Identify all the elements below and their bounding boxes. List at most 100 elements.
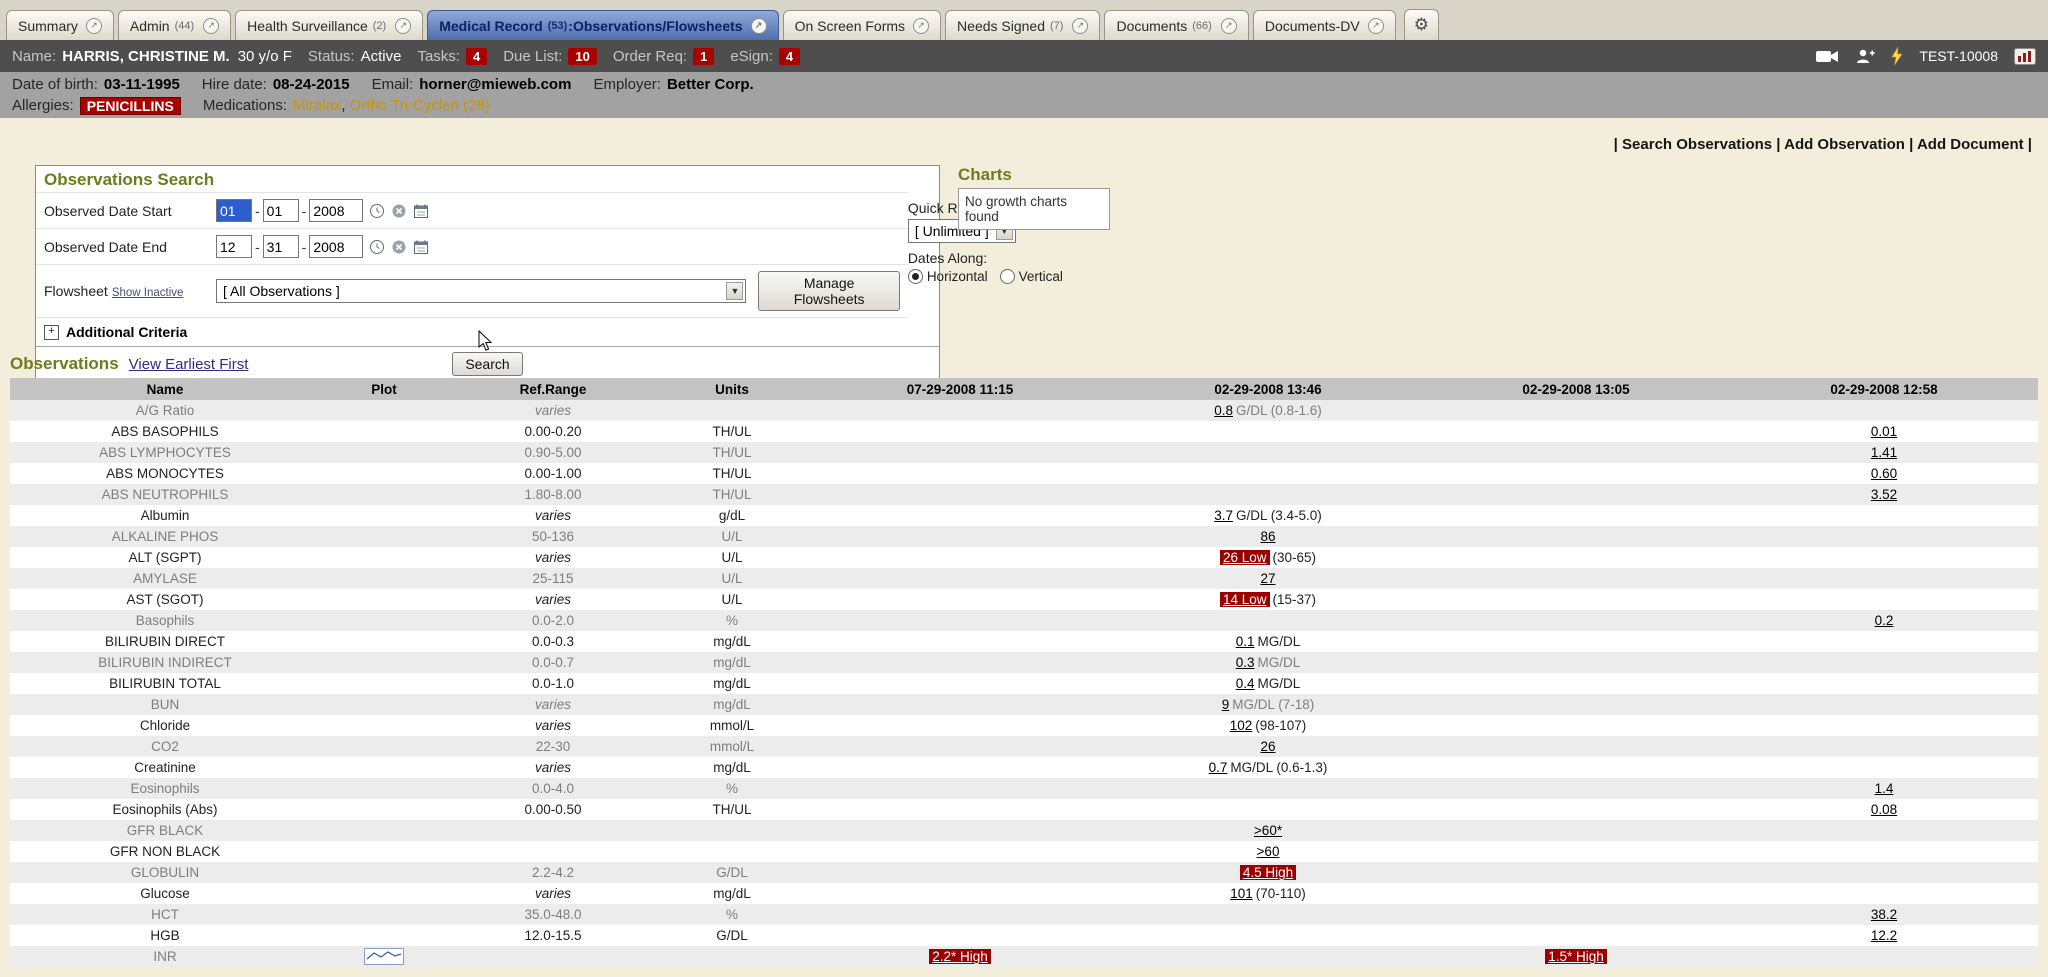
medication-link[interactable]: Ortho Tri-Cyclen (28) [350, 97, 490, 114]
video-camera-icon[interactable] [1815, 49, 1839, 64]
observation-value-cell [806, 862, 1114, 883]
observation-value-link[interactable]: 1.5* High [1545, 949, 1607, 964]
popout-icon[interactable]: ↗ [1368, 18, 1384, 34]
horizontal-radio[interactable] [908, 269, 923, 284]
table-row: ALKALINE PHOS50-136U/L86 [10, 526, 2038, 547]
settings-tab[interactable]: ⚙ [1404, 9, 1439, 40]
top-link-search-observations[interactable]: Search Observations [1622, 136, 1772, 153]
observation-value-link[interactable]: 4.5 High [1240, 865, 1296, 880]
tab-admin[interactable]: Admin(44)↗ [118, 10, 231, 40]
tab-documents[interactable]: Documents(66)↗ [1104, 10, 1248, 40]
time-clock-icon[interactable] [369, 239, 385, 255]
observation-value-cell [806, 505, 1114, 526]
popout-icon[interactable]: ↗ [86, 18, 102, 34]
due-list-count-badge[interactable]: 10 [568, 48, 596, 65]
medication-link[interactable]: Miralax [293, 97, 341, 114]
popout-icon[interactable]: ↗ [1221, 18, 1237, 34]
manage-flowsheets-button[interactable]: Manage Flowsheets [758, 271, 899, 311]
observation-value-cell [1422, 799, 1730, 820]
date-start-month-input[interactable] [216, 199, 252, 222]
tab-documents-dv[interactable]: Documents-DV↗ [1253, 10, 1396, 40]
observation-value-link[interactable]: 27 [1260, 571, 1275, 586]
observation-value-link[interactable]: 3.52 [1871, 487, 1897, 502]
observation-value-link[interactable]: 0.7 [1209, 760, 1228, 775]
vertical-radio[interactable] [1000, 269, 1015, 284]
observation-value-link[interactable]: 0.2 [1875, 613, 1894, 628]
date-start-year-input[interactable] [309, 199, 363, 222]
observation-value-detail: (70-110) [1256, 886, 1306, 901]
observation-value-link[interactable]: 3.7 [1214, 508, 1233, 523]
observation-value-link[interactable]: 9 [1222, 697, 1230, 712]
observation-value-link[interactable]: 0.01 [1871, 424, 1897, 439]
view-earliest-first-link[interactable]: View Earliest First [129, 356, 249, 373]
observation-value-cell [1730, 946, 2038, 967]
observation-value-link[interactable]: 0.3 [1236, 655, 1255, 670]
patient-status: Active [361, 48, 402, 65]
top-link-add-document[interactable]: Add Document [1917, 136, 2024, 153]
observation-value-link[interactable]: 0.1 [1236, 634, 1255, 649]
plot-cell [320, 463, 448, 484]
observation-value-link[interactable]: 102 [1230, 718, 1253, 733]
observation-value-link[interactable]: 0.4 [1236, 676, 1255, 691]
observation-value-link[interactable]: 0.08 [1871, 802, 1897, 817]
observation-value-link[interactable]: 26 Low [1220, 550, 1270, 565]
observation-value-link[interactable]: >60 [1257, 844, 1280, 859]
clear-date-icon[interactable] [391, 239, 407, 255]
observation-value-link[interactable]: 0.60 [1871, 466, 1897, 481]
observation-value-link[interactable]: 1.41 [1871, 445, 1897, 460]
bar-chart-icon[interactable] [2014, 48, 2036, 65]
column-header: 02-29-2008 13:46 [1114, 378, 1422, 400]
calendar-icon[interactable] [413, 203, 429, 219]
tab-needs-signed[interactable]: Needs Signed(7)↗ [945, 10, 1100, 40]
table-row: Glucosevariesmg/dL101(70-110) [10, 883, 2038, 904]
inr-plot-thumbnail[interactable] [364, 948, 404, 965]
date-start-day-input[interactable] [263, 199, 299, 222]
observation-value-link[interactable]: 2.2* High [929, 949, 991, 964]
observation-name: AST (SGOT) [10, 589, 320, 610]
date-end-year-input[interactable] [309, 235, 363, 258]
tab-summary[interactable]: Summary↗ [6, 10, 114, 40]
observation-value-link[interactable]: 26 [1260, 739, 1275, 754]
popout-icon[interactable]: ↗ [203, 18, 219, 34]
observation-value-link[interactable]: 12.2 [1871, 928, 1897, 943]
allergy-penicillins-badge[interactable]: PENICILLINS [80, 97, 181, 115]
medications-label: Medications: [203, 97, 287, 114]
date-end-day-input[interactable] [263, 235, 299, 258]
observation-value-detail: MG/DL [1258, 676, 1301, 691]
observation-name: Eosinophils (Abs) [10, 799, 320, 820]
popout-icon[interactable]: ↗ [1072, 18, 1088, 34]
observation-value-link[interactable]: 14 Low [1220, 592, 1270, 607]
calendar-icon[interactable] [413, 239, 429, 255]
employer-value: Better Corp. [667, 76, 754, 93]
observation-value-link[interactable]: 1.4 [1875, 781, 1894, 796]
order-req-count-badge[interactable]: 1 [693, 48, 714, 65]
observation-value-link[interactable]: >60* [1254, 823, 1282, 838]
device-id: TEST-10008 [1919, 48, 1998, 64]
observation-value-cell: 0.60 [1730, 463, 2038, 484]
popout-icon[interactable]: ↗ [751, 18, 767, 34]
observation-value-link[interactable]: 0.8 [1214, 403, 1233, 418]
clear-date-icon[interactable] [391, 203, 407, 219]
top-link-add-observation[interactable]: Add Observation [1784, 136, 1905, 153]
popout-icon[interactable]: ↗ [395, 18, 411, 34]
observation-value-link[interactable]: 86 [1260, 529, 1275, 544]
time-clock-icon[interactable] [369, 203, 385, 219]
observation-value-cell [1730, 673, 2038, 694]
popout-icon[interactable]: ↗ [913, 18, 929, 34]
date-end-month-input[interactable] [216, 235, 252, 258]
observation-value-link[interactable]: 38.2 [1871, 907, 1897, 922]
observation-value-link[interactable]: 101 [1230, 886, 1253, 901]
esign-count-badge[interactable]: 4 [779, 48, 800, 65]
add-person-icon[interactable] [1855, 48, 1875, 64]
search-button[interactable]: Search [452, 352, 522, 376]
tab-medical-record[interactable]: Medical Record(53):Observations/Flowshee… [427, 10, 778, 40]
tab-on-screen-forms[interactable]: On Screen Forms↗ [783, 10, 941, 40]
tasks-count-badge[interactable]: 4 [466, 48, 487, 65]
show-inactive-link[interactable]: Show Inactive [112, 287, 184, 299]
expand-plus-icon[interactable]: + [44, 325, 59, 340]
tab-health-surveillance[interactable]: Health Surveillance(2)↗ [235, 10, 423, 40]
table-row: Eosinophils (Abs)0.00-0.50TH/UL0.08 [10, 799, 2038, 820]
plot-cell [320, 883, 448, 904]
flowsheet-select[interactable]: [ All Observations ] ▼ [216, 279, 746, 303]
lightning-bolt-icon[interactable] [1891, 47, 1903, 65]
